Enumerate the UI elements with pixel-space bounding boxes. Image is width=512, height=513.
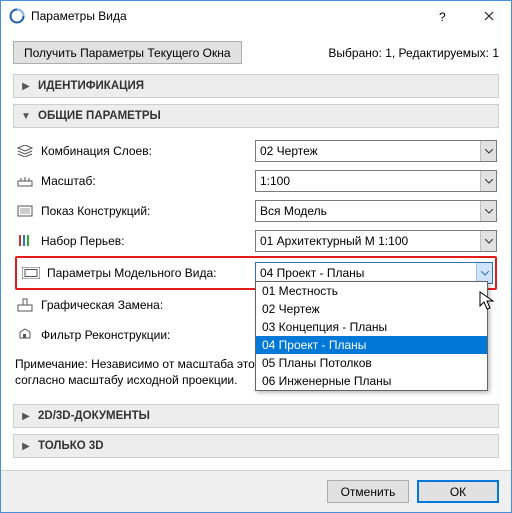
row-pen-set: Набор Перьев: 01 Архитектурный М 1:100 bbox=[15, 226, 497, 256]
pen-set-select[interactable]: 01 Архитектурный М 1:100 bbox=[255, 230, 497, 252]
top-row: Получить Параметры Текущего Окна Выбрано… bbox=[13, 41, 499, 64]
param-label: Комбинация Слоев: bbox=[41, 144, 255, 158]
dropdown-option[interactable]: 03 Концепция - Планы bbox=[256, 318, 487, 336]
app-icon bbox=[9, 8, 25, 24]
graphic-override-icon bbox=[15, 297, 35, 313]
scale-icon bbox=[15, 173, 35, 189]
close-button[interactable] bbox=[466, 2, 511, 31]
chevron-right-icon: ▶ bbox=[20, 81, 32, 92]
pens-icon bbox=[15, 233, 35, 249]
section-only-3d[interactable]: ▶ ТОЛЬКО 3D bbox=[13, 434, 499, 458]
selection-status: Выбрано: 1, Редактируемых: 1 bbox=[328, 46, 499, 60]
section-label: ОБЩИЕ ПАРАМЕТРЫ bbox=[38, 110, 161, 122]
svg-text:?: ? bbox=[439, 10, 446, 23]
model-view-dropdown-list[interactable]: 01 Местность 02 Чертеж 03 Концепция - Пл… bbox=[255, 281, 488, 391]
dropdown-option[interactable]: 01 Местность bbox=[256, 282, 487, 300]
section-identification[interactable]: ▶ ИДЕНТИФИКАЦИЯ bbox=[13, 74, 499, 98]
layer-combination-select[interactable]: 02 Чертеж bbox=[255, 140, 497, 162]
param-label: Графическая Замена: bbox=[41, 298, 255, 312]
construction-select[interactable]: Вся Модель bbox=[255, 200, 497, 222]
section-label: 2D/3D-ДОКУМЕНТЫ bbox=[38, 410, 150, 422]
model-view-icon bbox=[21, 265, 41, 281]
scale-select[interactable]: 1:100 bbox=[255, 170, 497, 192]
dropdown-option[interactable]: 06 Инженерные Планы bbox=[256, 372, 487, 390]
titlebar: Параметры Вида ? bbox=[1, 1, 511, 31]
dropdown-option-selected[interactable]: 04 Проект - Планы bbox=[256, 336, 487, 354]
dropdown-arrow-icon bbox=[480, 231, 496, 251]
chevron-right-icon: ▶ bbox=[20, 411, 32, 422]
dropdown-arrow-icon bbox=[480, 171, 496, 191]
param-label: Показ Конструкций: bbox=[41, 204, 255, 218]
dropdown-option[interactable]: 05 Планы Потолков bbox=[256, 354, 487, 372]
construction-icon bbox=[15, 203, 35, 219]
section-label: ИДЕНТИФИКАЦИЯ bbox=[38, 80, 144, 92]
dialog-window: Параметры Вида ? Получить Параметры Теку… bbox=[0, 0, 512, 513]
param-label: Параметры Модельного Вида: bbox=[47, 266, 255, 280]
get-current-window-params-button[interactable]: Получить Параметры Текущего Окна bbox=[13, 41, 242, 64]
row-layer-combination: Комбинация Слоев: 02 Чертеж bbox=[15, 136, 497, 166]
help-button[interactable]: ? bbox=[421, 2, 466, 31]
cancel-button[interactable]: Отменить bbox=[327, 480, 409, 503]
dialog-footer: Отменить ОК bbox=[1, 470, 511, 512]
dropdown-option[interactable]: 02 Чертеж bbox=[256, 300, 487, 318]
dropdown-arrow-icon bbox=[480, 141, 496, 161]
layers-icon bbox=[15, 143, 35, 159]
window-title: Параметры Вида bbox=[31, 9, 421, 23]
client-area: Получить Параметры Текущего Окна Выбрано… bbox=[1, 31, 511, 470]
ok-button[interactable]: ОК bbox=[417, 480, 499, 503]
note-text: Примечание: Независимо от масштаба это с… bbox=[15, 356, 265, 388]
row-scale: Масштаб: 1:100 bbox=[15, 166, 497, 196]
chevron-right-icon: ▶ bbox=[20, 441, 32, 452]
param-label: Фильтр Реконструкции: bbox=[41, 328, 255, 342]
section-label: ТОЛЬКО 3D bbox=[38, 440, 104, 452]
chevron-down-icon: ▼ bbox=[20, 111, 32, 122]
param-label: Масштаб: bbox=[41, 174, 255, 188]
section-general-params[interactable]: ▼ ОБЩИЕ ПАРАМЕТРЫ bbox=[13, 104, 499, 128]
dropdown-arrow-icon bbox=[476, 263, 492, 283]
dropdown-arrow-icon bbox=[480, 201, 496, 221]
row-construction-display: Показ Конструкций: Вся Модель bbox=[15, 196, 497, 226]
param-label: Набор Перьев: bbox=[41, 234, 255, 248]
section-2d3d-documents[interactable]: ▶ 2D/3D-ДОКУМЕНТЫ bbox=[13, 404, 499, 428]
reno-filter-icon bbox=[15, 327, 35, 343]
